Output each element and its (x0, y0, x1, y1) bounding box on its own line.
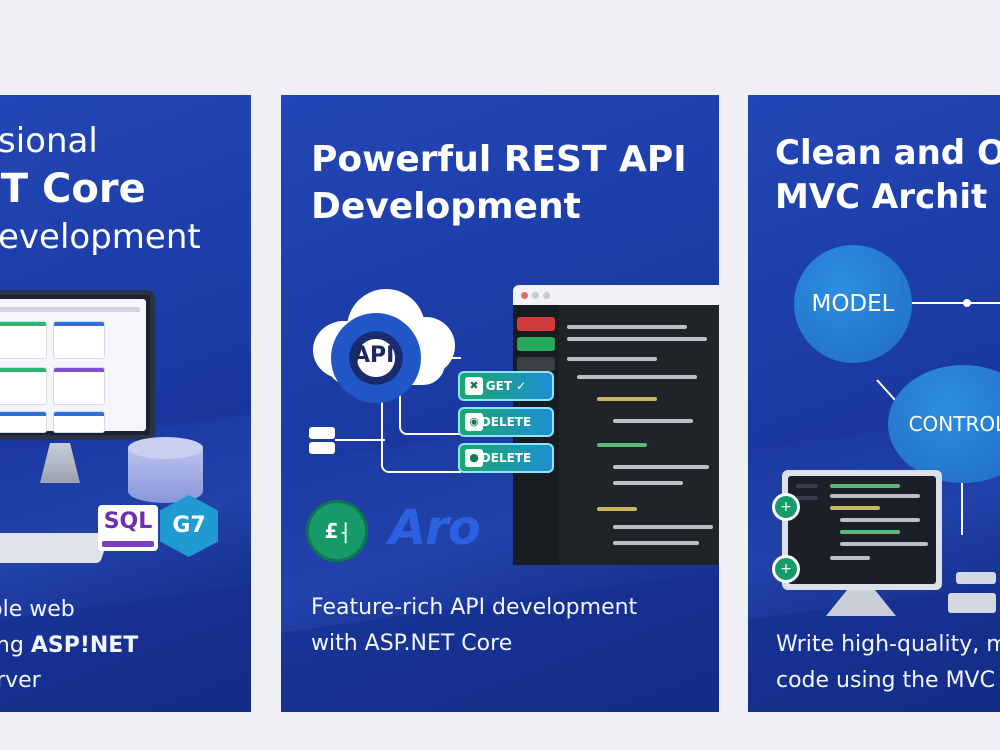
card-description: scalable web ns using ASP!NET QL Server (0, 597, 139, 694)
check-icon: + (772, 493, 800, 521)
promo-card-rest-api[interactable]: Powerful REST API Development API ✖ GET … (281, 95, 719, 712)
connector-line (335, 439, 385, 441)
endpoint-icon: ✖ (465, 377, 483, 395)
endpoint-icon: ◉ (465, 413, 483, 431)
promo-card-aspnet-core[interactable]: sional NET Core evelopment SQL G7 scalab… (0, 95, 251, 712)
card-title: Clean and Or MVC Archit (775, 133, 1000, 218)
brand-logo-coin: £⸡ (306, 500, 368, 562)
card-title: sional NET Core evelopment (0, 121, 201, 258)
promo-card-mvc[interactable]: Clean and Or MVC Archit MODEL CONTROLL +… (748, 95, 1000, 712)
controller-bubble: CONTROLL (888, 365, 1000, 483)
card-description: Write high-quality, ma code using the MV… (776, 632, 1000, 693)
device-icon (948, 593, 996, 613)
check-icon: + (772, 555, 800, 583)
monitor-icon (0, 290, 155, 440)
api-label: API (353, 343, 395, 368)
device-icon (956, 572, 996, 584)
monitor-stand (40, 443, 80, 483)
monitor-icon (782, 470, 942, 590)
model-bubble: MODEL (794, 245, 912, 363)
endpoint-delete-button[interactable]: ◉ DELETE (458, 407, 554, 437)
card-description: Feature-rich API development with ASP.NE… (311, 595, 638, 656)
connector-dot (963, 299, 971, 307)
sql-server-logo: SQL (98, 505, 158, 551)
brand-logo-aro: Aro (389, 500, 481, 556)
connector-line (908, 302, 1000, 304)
endpoint-delete-button[interactable]: ● DELETE (458, 443, 554, 473)
server-icon (309, 427, 335, 457)
connector-line (961, 480, 963, 535)
connector-line (421, 357, 461, 359)
endpoint-get-button[interactable]: ✖ GET ✓ (458, 371, 554, 401)
endpoint-icon: ● (465, 449, 483, 467)
card-title: Powerful REST API Development (311, 139, 687, 227)
connector-line (381, 400, 461, 473)
keyboard-icon (0, 533, 110, 563)
monitor-stand (826, 590, 896, 616)
